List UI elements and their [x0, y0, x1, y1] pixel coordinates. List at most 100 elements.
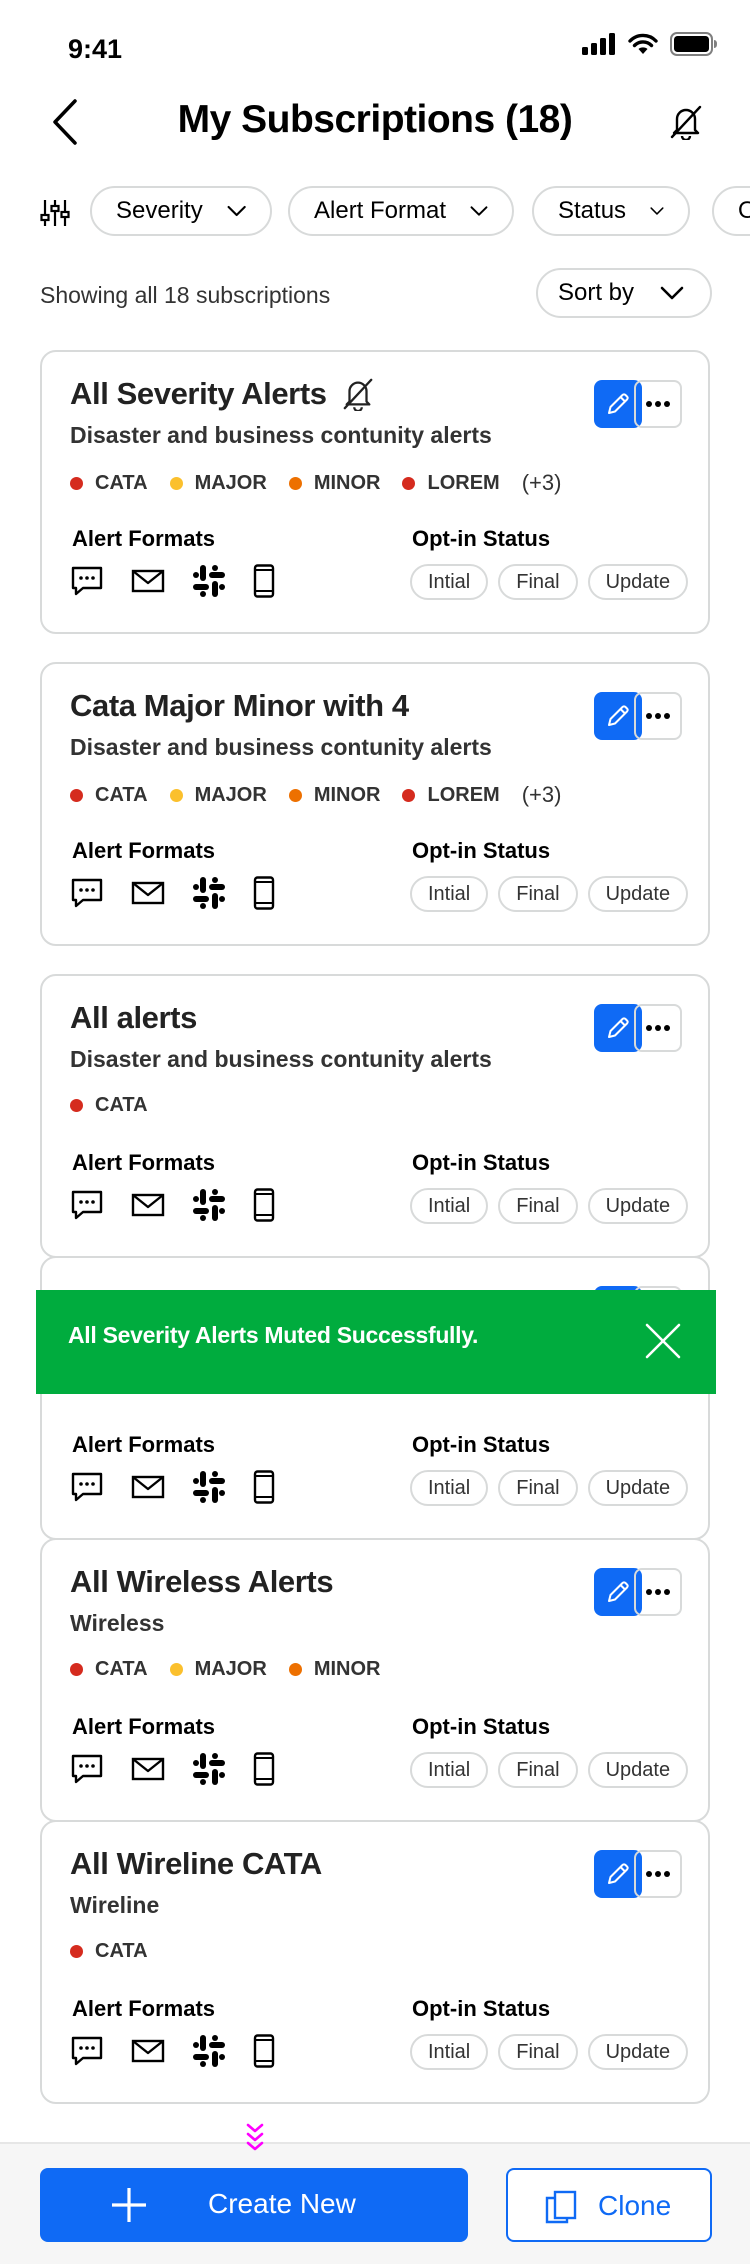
severity-list: CATA — [70, 1094, 170, 1117]
severity-label: MINOR — [313, 1658, 381, 1680]
filter-chip-severity[interactable]: Severity — [90, 186, 272, 236]
optin-status-pills: Intial Final Update — [410, 2034, 689, 2070]
severity-dot — [169, 476, 183, 490]
severity-label: MAJOR — [194, 1658, 267, 1680]
severity-more-count[interactable]: (+3) — [522, 782, 562, 808]
chevron-down-icon — [470, 206, 488, 216]
sms-icon — [71, 2036, 103, 2066]
filter-bar: Severity Alert Format Status O — [0, 186, 750, 238]
more-options-button[interactable] — [634, 692, 682, 740]
ellipsis-icon — [646, 713, 670, 719]
severity-list: CATA MAJOR MINOR LOREM (+3) — [70, 782, 561, 808]
sms-icon — [71, 1190, 103, 1220]
card-title-row: All Severity Alerts — [70, 376, 375, 412]
severity-tag: CATA — [70, 1658, 148, 1681]
optin-status-pills: Intial Final Update — [410, 876, 689, 912]
status-pill-final[interactable]: Final — [498, 1470, 578, 1506]
alert-format-icons — [70, 876, 275, 910]
severity-tag: MINOR — [288, 1658, 381, 1681]
severity-dot — [288, 788, 302, 802]
status-pill-update[interactable]: Update — [587, 876, 689, 912]
status-pill-final[interactable]: Final — [498, 1188, 578, 1224]
bell-off-icon — [343, 378, 372, 411]
results-count: Showing all 18 subscriptions — [40, 282, 331, 308]
filter-sliders-icon[interactable] — [40, 198, 70, 228]
sort-label: Sort by — [557, 279, 634, 306]
filter-chip-alert-format[interactable]: Alert Format — [288, 186, 514, 236]
status-pill-initial[interactable]: Intial — [410, 1752, 489, 1788]
mute-all-button[interactable] — [660, 96, 712, 148]
optin-status-label: Opt-in Status — [412, 838, 551, 863]
filter-chip-status[interactable]: Status — [532, 186, 690, 236]
severity-label: CATA — [95, 1940, 148, 1962]
filter-chip-more[interactable]: O — [712, 186, 750, 236]
toast-message: All Severity Alerts Muted Successfully. — [68, 1322, 479, 1348]
bell-off-icon — [670, 105, 702, 140]
card-subtitle: Disaster and business contunity alerts — [70, 422, 492, 448]
status-pill-initial[interactable]: Intial — [410, 2034, 489, 2070]
ellipsis-icon — [646, 1589, 670, 1595]
subscription-card[interactable]: All Severity Alerts Disaster and busines… — [40, 350, 710, 634]
status-pill-update[interactable]: Update — [587, 1752, 689, 1788]
severity-dot — [70, 1945, 83, 1958]
severity-label: MAJOR — [194, 471, 267, 494]
close-icon[interactable] — [642, 1320, 684, 1362]
email-icon — [131, 881, 165, 905]
battery-icon — [670, 32, 717, 56]
severity-tag: LOREM — [402, 472, 500, 495]
status-pill-final[interactable]: Final — [498, 2034, 578, 2070]
pencil-icon — [608, 1863, 629, 1884]
summary-row: Showing all 18 subscriptions Sort by — [0, 268, 750, 320]
clone-icon — [545, 2190, 577, 2224]
status-pill-update[interactable]: Update — [587, 2034, 689, 2070]
subscription-card[interactable]: All alerts Disaster and business contuni… — [40, 974, 710, 1258]
more-options-button[interactable] — [634, 380, 682, 428]
sms-icon — [71, 1472, 103, 1502]
mobile-phone-icon — [253, 876, 275, 910]
severity-list: CATA MAJOR MINOR LOREM (+3) — [70, 470, 561, 496]
status-pill-final[interactable]: Final — [498, 876, 578, 912]
email-icon — [131, 1193, 165, 1217]
alert-format-icons — [70, 1752, 275, 1786]
status-pill-initial[interactable]: Intial — [410, 1188, 489, 1224]
severity-tag: MAJOR — [169, 784, 267, 807]
clone-button[interactable]: Clone — [506, 2168, 712, 2242]
slack-icon — [193, 877, 225, 909]
sms-icon — [71, 878, 103, 908]
severity-more-count[interactable]: (+3) — [522, 470, 562, 496]
slack-icon — [193, 1753, 225, 1785]
status-pill-initial[interactable]: Intial — [410, 1470, 489, 1506]
create-new-button[interactable]: Create New — [40, 2168, 468, 2242]
severity-tag: CATA — [70, 784, 148, 807]
sort-dropdown[interactable]: Sort by — [535, 268, 712, 318]
status-pill-update[interactable]: Update — [587, 1188, 689, 1224]
chip-label: Status — [558, 197, 627, 224]
subscription-card[interactable]: Cata Major Minor with 4 Disaster and bus… — [40, 662, 710, 946]
severity-list: CATA MAJOR MINOR — [70, 1658, 402, 1681]
status-pill-update[interactable]: Update — [587, 1470, 689, 1506]
more-options-button[interactable] — [634, 1004, 682, 1052]
chevron-down-icon — [650, 207, 664, 215]
success-toast: All Severity Alerts Muted Successfully. — [36, 1290, 716, 1394]
severity-tag: MAJOR — [169, 471, 267, 495]
status-pill-initial[interactable]: Intial — [410, 564, 489, 600]
email-icon — [131, 2039, 165, 2063]
subscription-card[interactable]: All Wireline CATA Wireline CATA Alert Fo… — [40, 1820, 710, 2104]
email-icon — [131, 1757, 165, 1781]
more-options-button[interactable] — [634, 1850, 682, 1898]
severity-label: CATA — [95, 1094, 148, 1116]
subscription-card[interactable]: All Wireless Alerts Wireless CATA MAJOR MI… — [40, 1538, 710, 1822]
alert-format-icons — [70, 1188, 275, 1222]
card-title: All Wireless Alerts — [70, 1564, 334, 1599]
status-pill-initial[interactable]: Intial — [410, 876, 489, 912]
ellipsis-icon — [646, 401, 670, 407]
status-pill-final[interactable]: Final — [498, 564, 578, 600]
status-pill-final[interactable]: Final — [498, 1752, 578, 1788]
pencil-icon — [608, 1017, 629, 1038]
slack-icon — [193, 2035, 225, 2067]
more-options-button[interactable] — [634, 1568, 682, 1616]
scroll-down-chevrons-icon — [246, 2123, 264, 2151]
severity-label: LOREM — [427, 783, 500, 806]
severity-dot — [70, 1663, 83, 1676]
status-pill-update[interactable]: Update — [587, 564, 689, 600]
